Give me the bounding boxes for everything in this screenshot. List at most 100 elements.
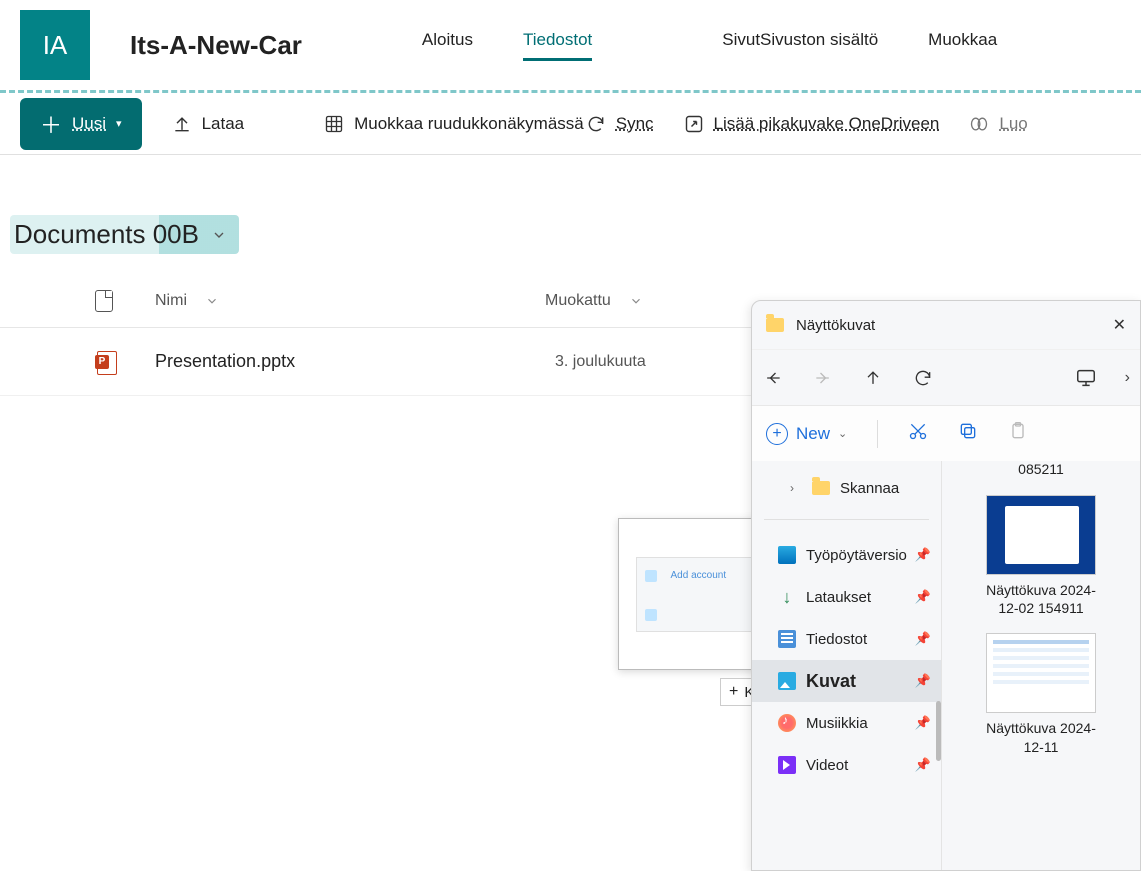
this-pc-icon[interactable] xyxy=(1075,367,1097,389)
close-icon[interactable]: ✕ xyxy=(1113,315,1126,335)
pin-icon: 📌 xyxy=(915,547,931,563)
grid-icon xyxy=(324,114,344,134)
explorer-titlebar[interactable]: Näyttökuvat ✕ xyxy=(752,301,1140,349)
paste-button xyxy=(1008,421,1028,446)
pin-icon: 📌 xyxy=(915,589,931,605)
thumbnail-item[interactable]: Näyttökuva 2024-12-02 154911 xyxy=(986,495,1096,617)
chevron-down-icon xyxy=(205,294,219,308)
cut-button[interactable] xyxy=(908,421,928,446)
upload-button[interactable]: Lataa xyxy=(172,114,245,134)
upload-label: Lataa xyxy=(202,114,245,134)
drag-thumbnail: Add account xyxy=(636,557,756,632)
up-button[interactable] xyxy=(862,367,884,389)
sidebar-item-desktop[interactable]: Työpöytäversio 📌 xyxy=(752,534,941,576)
chevron-down-icon: ⌄ xyxy=(838,427,847,440)
sidebar-item-scan[interactable]: › Skannaa xyxy=(752,467,941,509)
pin-icon: 📌 xyxy=(915,757,931,773)
forward-button xyxy=(812,367,834,389)
pin-icon: 📌 xyxy=(915,715,931,731)
plus-circle-icon: + xyxy=(766,423,788,445)
chevron-down-icon: ▾ xyxy=(116,117,122,130)
explorer-body: › Skannaa Työpöytäversio 📌 ↓ Lataukset 📌… xyxy=(752,461,1140,870)
drag-preview: Add account xyxy=(618,518,773,670)
nav-home[interactable]: Aloitus xyxy=(422,30,473,61)
shortcut-icon xyxy=(684,114,704,134)
thumbnail-image xyxy=(986,495,1096,575)
music-icon xyxy=(778,714,796,732)
create-agent-button[interactable]: Luo xyxy=(969,114,1027,134)
explorer-new-button[interactable]: + New ⌄ xyxy=(766,423,847,445)
copy-button[interactable] xyxy=(958,421,978,446)
upload-icon xyxy=(172,114,192,134)
sync-button[interactable]: Sync xyxy=(586,114,654,134)
explorer-nav-toolbar: › xyxy=(752,349,1140,405)
pictures-icon xyxy=(778,672,796,690)
edit-grid-button[interactable]: Muokkaa ruudukkonäkymässä xyxy=(324,114,584,134)
separator xyxy=(764,519,929,520)
folder-icon xyxy=(766,318,784,332)
videos-icon xyxy=(778,756,796,774)
edit-grid-label: Muokkaa ruudukkonäkymässä xyxy=(354,114,584,134)
sidebar-item-label: Musiikkia xyxy=(806,715,868,732)
sidebar-item-music[interactable]: Musiikkia 📌 xyxy=(752,702,941,744)
refresh-button[interactable] xyxy=(912,367,934,389)
sync-label: Sync xyxy=(616,114,654,134)
sidebar-item-videos[interactable]: Videot 📌 xyxy=(752,744,941,786)
column-modified[interactable]: Muokattu xyxy=(545,292,725,310)
pin-icon: 📌 xyxy=(915,631,931,647)
chevron-right-icon: › xyxy=(790,481,802,495)
file-explorer-window[interactable]: Näyttökuvat ✕ › + New ⌄ › Skannaa xyxy=(751,300,1141,871)
site-logo[interactable]: IA xyxy=(20,10,90,80)
file-type-icon xyxy=(95,351,155,373)
nav-files[interactable]: Tiedostot xyxy=(523,30,592,61)
create-agent-label: Luo xyxy=(999,114,1027,134)
library-title-text: Documents 00B xyxy=(14,219,199,250)
chevron-right-icon[interactable]: › xyxy=(1125,369,1130,387)
sidebar-item-label: Videot xyxy=(806,757,848,774)
chevron-down-icon xyxy=(629,294,643,308)
explorer-sidebar[interactable]: › Skannaa Työpöytäversio 📌 ↓ Lataukset 📌… xyxy=(752,461,942,870)
download-icon: ↓ xyxy=(778,588,796,606)
thumbnail-item[interactable]: Näyttökuva 2024-12-11 xyxy=(986,633,1096,755)
powerpoint-icon xyxy=(95,351,117,373)
column-type-icon[interactable] xyxy=(95,290,155,312)
column-name-label: Nimi xyxy=(155,292,187,310)
separator xyxy=(877,420,878,448)
desktop-icon xyxy=(778,546,796,564)
plus-icon: ＋ xyxy=(40,108,62,140)
site-header: IA Its-A-New-Car Aloitus Tiedostot Sivut… xyxy=(0,0,1141,90)
top-nav: Aloitus Tiedostot Sivut Sivuston sisältö… xyxy=(422,30,997,61)
back-button[interactable] xyxy=(762,367,784,389)
explorer-content[interactable]: 085211 Näyttökuva 2024-12-02 154911 Näyt… xyxy=(942,461,1140,870)
nav-edit[interactable]: Muokkaa xyxy=(928,30,997,61)
thumbnail-label: Näyttökuva 2024-12-11 xyxy=(986,719,1096,755)
plus-icon: + xyxy=(729,683,738,701)
sync-icon xyxy=(586,114,606,134)
sidebar-item-label: Työpöytäversio xyxy=(806,547,907,564)
explorer-title: Näyttökuvat xyxy=(796,317,1101,334)
nav-site-contents[interactable]: Sivuston sisältö xyxy=(760,30,878,61)
add-shortcut-button[interactable]: Lisää pikakuvake OneDriveen xyxy=(684,114,940,134)
folder-icon xyxy=(812,481,830,495)
sidebar-item-label: Tiedostot xyxy=(806,631,867,648)
sidebar-item-label: Skannaa xyxy=(840,480,899,497)
sidebar-item-pictures[interactable]: Kuvat 📌 xyxy=(752,660,941,702)
column-name[interactable]: Nimi xyxy=(155,292,555,310)
library-title-dropdown[interactable]: Documents 00B xyxy=(10,215,239,254)
sidebar-item-downloads[interactable]: ↓ Lataukset 📌 xyxy=(752,576,941,618)
thumbnail-label: Näyttökuva 2024-12-02 154911 xyxy=(986,581,1096,617)
file-name[interactable]: Presentation.pptx xyxy=(155,351,555,372)
scrollbar[interactable] xyxy=(936,701,941,761)
sidebar-item-label: Lataukset xyxy=(806,589,871,606)
sidebar-item-documents[interactable]: Tiedostot 📌 xyxy=(752,618,941,660)
sidebar-item-label: Kuvat xyxy=(806,671,856,692)
copilot-icon xyxy=(969,114,989,134)
chevron-down-icon xyxy=(211,227,227,243)
explorer-new-label: New xyxy=(796,424,830,444)
file-modified: 3. joulukuuta xyxy=(555,353,646,371)
new-button[interactable]: ＋ Uusi ▾ xyxy=(20,98,142,150)
site-title[interactable]: Its-A-New-Car xyxy=(130,30,302,61)
nav-pages[interactable]: Sivut xyxy=(722,30,760,61)
drag-thumb-text: Add account xyxy=(671,570,727,581)
document-icon xyxy=(95,290,113,312)
